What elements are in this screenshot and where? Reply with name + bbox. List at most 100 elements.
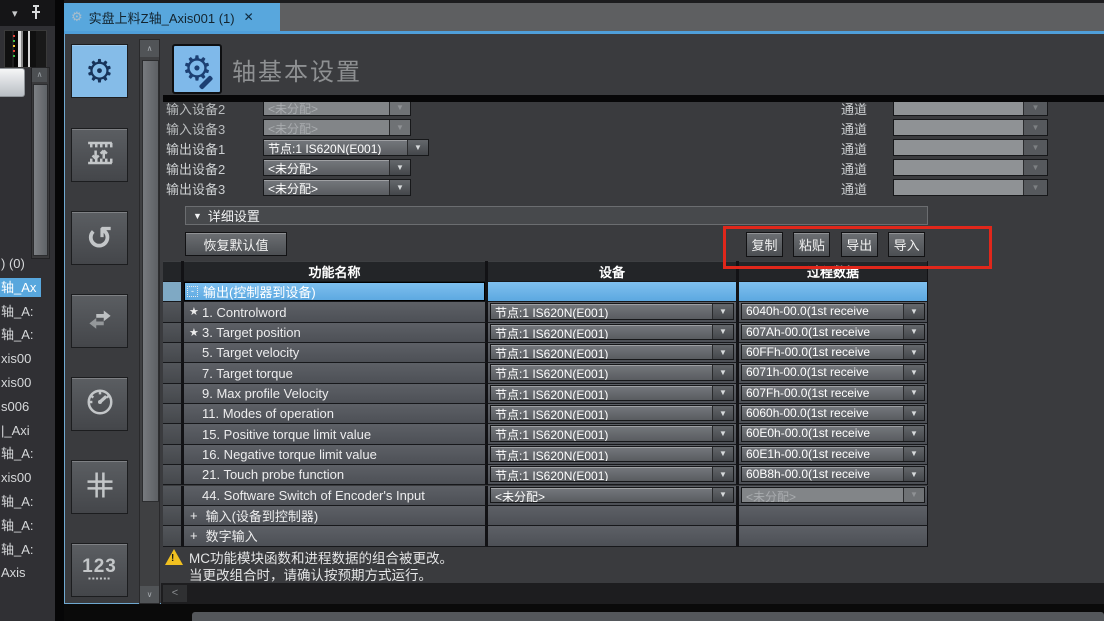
device-select[interactable]: <未分配>▼ [263,159,411,176]
tree-item[interactable]: 轴_A: [0,490,54,514]
group-collapsed-icon[interactable]: + [190,528,198,543]
table-row[interactable]: 7. Target torque节点:1 IS620N(E001)▼ 6071h-… [163,363,928,383]
table-row[interactable]: 9. Max profile Velocity节点:1 IS620N(E001)… [163,384,928,404]
function-name-cell[interactable]: 44. Software Switch of Encoder's Input [184,486,488,506]
group-collapsed-icon[interactable]: + [190,508,198,523]
sidebar-item-axis-basic-settings[interactable]: ⚙ [71,44,128,98]
tree-item[interactable]: 轴_A: [0,442,54,466]
function-name-cell[interactable]: 11. Modes of operation [184,404,488,424]
channel-select[interactable]: ▼ [893,139,1048,156]
tree-item[interactable]: ) (0) [0,252,54,276]
sidebar-item-homing-settings[interactable] [71,460,128,514]
function-name-cell[interactable]: 21. Touch probe function [184,465,488,485]
hscroll-left-icon[interactable]: < [163,585,187,602]
channel-select[interactable]: ▼ [893,179,1048,196]
restore-defaults-button[interactable]: 恢复默认值 [185,232,287,256]
row-header-cell[interactable] [163,424,184,444]
row-header-cell[interactable] [163,486,184,506]
process-data-dropdown[interactable]: 6060h-00.0(1st receive▼ [741,405,925,421]
sidebar-item-other-operation-settings[interactable] [71,294,128,348]
sidebar-item-limit-settings[interactable] [71,377,128,431]
function-name-cell[interactable]: -输出(控制器到设备) [184,282,488,302]
dock-scrollbar-thumb[interactable] [33,84,48,256]
table-group-row[interactable]: +数字输入 [163,526,928,546]
dock-button-partial[interactable] [0,68,25,97]
table-group-row[interactable]: +输入(设备到控制器) [163,506,928,526]
device-select[interactable]: <未分配>▼ [263,119,411,136]
sidebar-item-unit-conversion-settings[interactable] [71,128,128,182]
device-dropdown[interactable]: 节点:1 IS620N(E001)▼ [490,303,734,319]
row-header-cell[interactable] [163,282,184,302]
channel-select[interactable]: ▼ [893,159,1048,176]
process-data-dropdown[interactable]: 60E0h-00.0(1st receive▼ [741,425,925,441]
tab-close-icon[interactable]: ✕ [244,10,254,24]
function-name-cell[interactable]: +输入(设备到控制器) [184,506,488,526]
sidebar-item-operation-settings[interactable]: ↺ [71,211,128,265]
row-header-cell[interactable] [163,526,184,546]
tree-item[interactable]: xis00 [0,347,54,371]
row-header-cell[interactable] [163,445,184,465]
tree-item[interactable]: 轴_A: [0,514,54,538]
editor-hscrollbar-track[interactable] [161,583,1104,604]
row-header-cell[interactable] [163,384,184,404]
tree-item[interactable]: |_Axi [0,419,54,443]
tree-item[interactable]: 轴_A: [0,323,54,347]
sidebar-item-position-count-settings[interactable]: 123▪▪▪▪▪▪ [71,543,128,597]
device-dropdown[interactable]: 节点:1 IS620N(E001)▼ [490,466,734,482]
table-row[interactable]: 5. Target velocity节点:1 IS620N(E001)▼ 60FF… [163,343,928,363]
device-dropdown[interactable]: 节点:1 IS620N(E001)▼ [490,425,734,441]
process-data-dropdown[interactable]: <未分配>▼ [741,487,925,503]
device-select[interactable]: 节点:1 IS620N(E001)▼ [263,139,429,156]
table-row[interactable]: 16. Negative torque limit value节点:1 IS62… [163,445,928,465]
row-header-cell[interactable] [163,302,184,322]
table-row[interactable]: ★3. Target position节点:1 IS620N(E001)▼607… [163,323,928,343]
group-expanded-icon[interactable]: - [187,286,198,297]
row-header-cell[interactable] [163,363,184,383]
dock-divider[interactable] [55,0,64,621]
device-select[interactable]: <未分配>▼ [263,179,411,196]
row-header-cell[interactable] [163,404,184,424]
process-data-dropdown[interactable]: 607Ah-00.0(1st receive▼ [741,324,925,340]
table-row[interactable]: ★1. Controlword节点:1 IS620N(E001)▼ 6040h-0… [163,302,928,322]
tree-item[interactable]: 轴_A: [0,300,54,324]
function-name-cell[interactable]: 16. Negative torque limit value [184,445,488,465]
function-name-cell[interactable]: 9. Max profile Velocity [184,384,488,404]
dock-collapse-icon[interactable]: ▾ [12,7,18,20]
channel-select[interactable]: ▼ [893,119,1048,136]
table-row[interactable]: 44. Software Switch of Encoder's Input<未… [163,486,928,506]
device-dropdown[interactable]: 节点:1 IS620N(E001)▼ [490,364,734,380]
function-name-cell[interactable]: +数字输入 [184,526,488,546]
function-name-cell[interactable]: 7. Target torque [184,363,488,383]
process-data-dropdown[interactable]: 60FFh-00.0(1st receive▼ [741,344,925,360]
table-row[interactable]: 15. Positive torque limit value节点:1 IS62… [163,424,928,444]
tab-axis001[interactable]: ⚙ 实盘上料Z轴_Axis001 (1) ✕ [64,3,280,31]
editor-vscrollbar-thumb[interactable] [142,60,159,502]
process-data-dropdown[interactable]: 60B8h-00.0(1st receive▼ [741,466,925,482]
function-name-cell[interactable]: ★3. Target position [184,323,488,343]
function-name-cell[interactable]: 5. Target velocity [184,343,488,363]
table-row[interactable]: 21. Touch probe function节点:1 IS620N(E001… [163,465,928,485]
function-name-cell[interactable]: ★1. Controlword [184,302,488,322]
device-dropdown[interactable]: <未分配>▼ [490,487,734,503]
dock-scrollbar-up-icon[interactable]: ∧ [32,68,47,82]
function-name-cell[interactable]: 15. Positive torque limit value [184,424,488,444]
row-header-cell[interactable] [163,323,184,343]
pin-icon[interactable] [29,5,43,21]
process-data-dropdown[interactable]: 6071h-00.0(1st receive▼ [741,364,925,380]
row-header-cell[interactable] [163,343,184,363]
table-row[interactable]: 11. Modes of operation节点:1 IS620N(E001)▼… [163,404,928,424]
vscroll-up-icon[interactable]: ∧ [140,40,159,57]
process-data-dropdown[interactable]: 607Fh-00.0(1st receive▼ [741,385,925,401]
device-dropdown[interactable]: 节点:1 IS620N(E001)▼ [490,344,734,360]
process-data-dropdown[interactable]: 60E1h-00.0(1st receive▼ [741,446,925,462]
vscroll-down-icon[interactable]: ∨ [140,586,159,603]
tree-item[interactable]: s006 [0,395,54,419]
device-dropdown[interactable]: 节点:1 IS620N(E001)▼ [490,385,734,401]
row-header-cell[interactable] [163,465,184,485]
tree-item[interactable]: 轴_A: [0,538,54,562]
tree-item[interactable]: xis00 [0,466,54,490]
row-header-cell[interactable] [163,506,184,526]
process-data-dropdown[interactable]: 6040h-00.0(1st receive▼ [741,303,925,319]
device-dropdown[interactable]: 节点:1 IS620N(E001)▼ [490,446,734,462]
detail-settings-header[interactable]: ▼ 详细设置 [185,206,928,225]
